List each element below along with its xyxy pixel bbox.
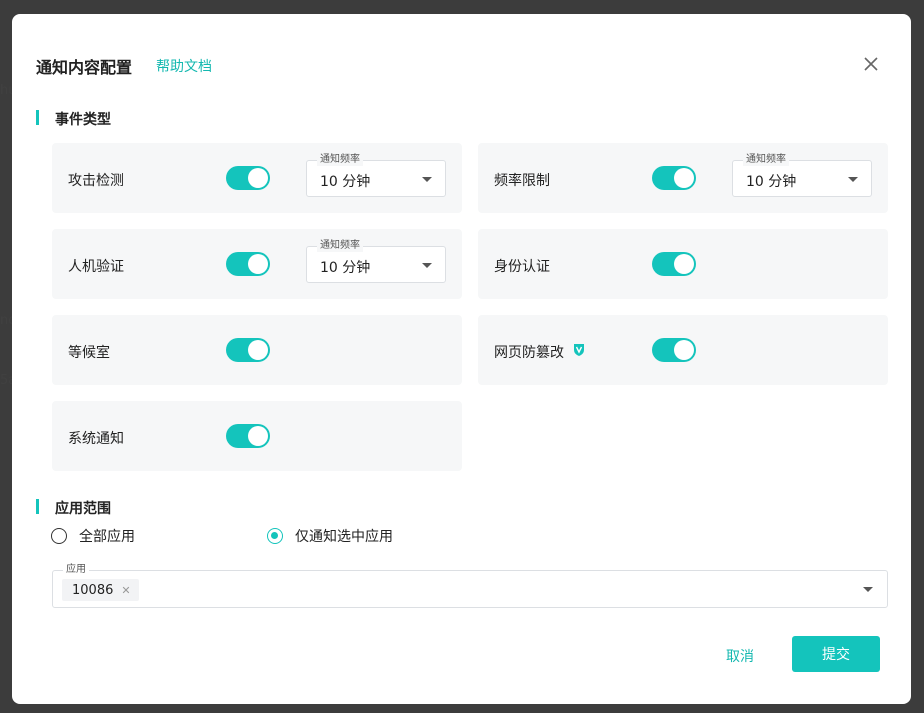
event-card-identity-auth: 身份认证 <box>478 229 888 299</box>
event-label: 网页防篡改 <box>494 345 564 361</box>
frequency-label: 通知频率 <box>743 154 789 166</box>
chevron-down-icon <box>863 587 873 592</box>
app-multiselect[interactable]: 应用 10086 ✕ <box>52 564 888 608</box>
app-tag-label: 10086 <box>72 582 114 598</box>
rate-limit-toggle[interactable] <box>652 166 696 190</box>
scope-heading: 应用范围 <box>36 498 111 518</box>
remove-tag-icon[interactable]: ✕ <box>121 584 130 597</box>
event-card-system-notice: 系统通知 <box>52 401 462 471</box>
event-card-rate-limit: 频率限制 通知频率 10 分钟 <box>478 143 888 213</box>
event-label: 频率限制 <box>494 173 550 189</box>
web-tamper-toggle[interactable] <box>652 338 696 362</box>
captcha-toggle[interactable] <box>226 252 270 276</box>
close-button[interactable] <box>861 54 881 74</box>
frequency-label: 通知频率 <box>317 154 363 166</box>
event-label: 攻击检测 <box>68 173 124 189</box>
event-types-heading: 事件类型 <box>36 109 111 129</box>
frequency-value: 10 分钟 <box>320 260 371 276</box>
dialog-title: 通知内容配置 <box>36 58 133 77</box>
radio-label: 仅通知选中应用 <box>295 529 393 545</box>
chevron-down-icon <box>422 177 432 182</box>
radio-label: 全部应用 <box>79 529 135 545</box>
waiting-room-toggle[interactable] <box>226 338 270 362</box>
attack-detection-toggle[interactable] <box>226 166 270 190</box>
app-field-label: 应用 <box>63 564 89 576</box>
rate-limit-frequency-select[interactable]: 通知频率 10 分钟 <box>732 154 872 197</box>
chevron-down-icon <box>422 263 432 268</box>
radio-circle <box>51 528 67 544</box>
app-tag: 10086 ✕ <box>62 579 139 601</box>
cancel-button[interactable]: 取消 <box>726 646 754 666</box>
event-card-waiting-room: 等候室 <box>52 315 462 385</box>
attack-detection-frequency-select[interactable]: 通知频率 10 分钟 <box>306 154 446 197</box>
help-docs-link[interactable]: 帮助文档 <box>156 56 212 76</box>
event-label: 等候室 <box>68 345 110 361</box>
system-notice-toggle[interactable] <box>226 424 270 448</box>
captcha-frequency-select[interactable]: 通知频率 10 分钟 <box>306 240 446 283</box>
event-card-captcha: 人机验证 通知频率 10 分钟 <box>52 229 462 299</box>
event-label: 系统通知 <box>68 431 124 447</box>
radio-circle-checked <box>267 528 283 544</box>
event-label: 人机验证 <box>68 259 124 275</box>
shield-v-icon <box>574 344 584 356</box>
identity-auth-toggle[interactable] <box>652 252 696 276</box>
frequency-value: 10 分钟 <box>320 174 371 190</box>
event-card-attack-detection: 攻击检测 通知频率 10 分钟 <box>52 143 462 213</box>
radio-all-apps[interactable]: 全部应用 <box>51 526 135 546</box>
event-label: 身份认证 <box>494 259 550 275</box>
close-icon <box>864 57 878 71</box>
chevron-down-icon <box>848 177 858 182</box>
frequency-value: 10 分钟 <box>746 174 797 190</box>
submit-button[interactable]: 提交 <box>792 636 880 672</box>
radio-selected-apps[interactable]: 仅通知选中应用 <box>267 526 393 546</box>
frequency-label: 通知频率 <box>317 240 363 252</box>
notification-config-dialog: 通知内容配置 帮助文档 事件类型 攻击检测 通知频率 10 分钟 频率限制 通知… <box>12 14 911 704</box>
event-card-web-tamper: 网页防篡改 <box>478 315 888 385</box>
